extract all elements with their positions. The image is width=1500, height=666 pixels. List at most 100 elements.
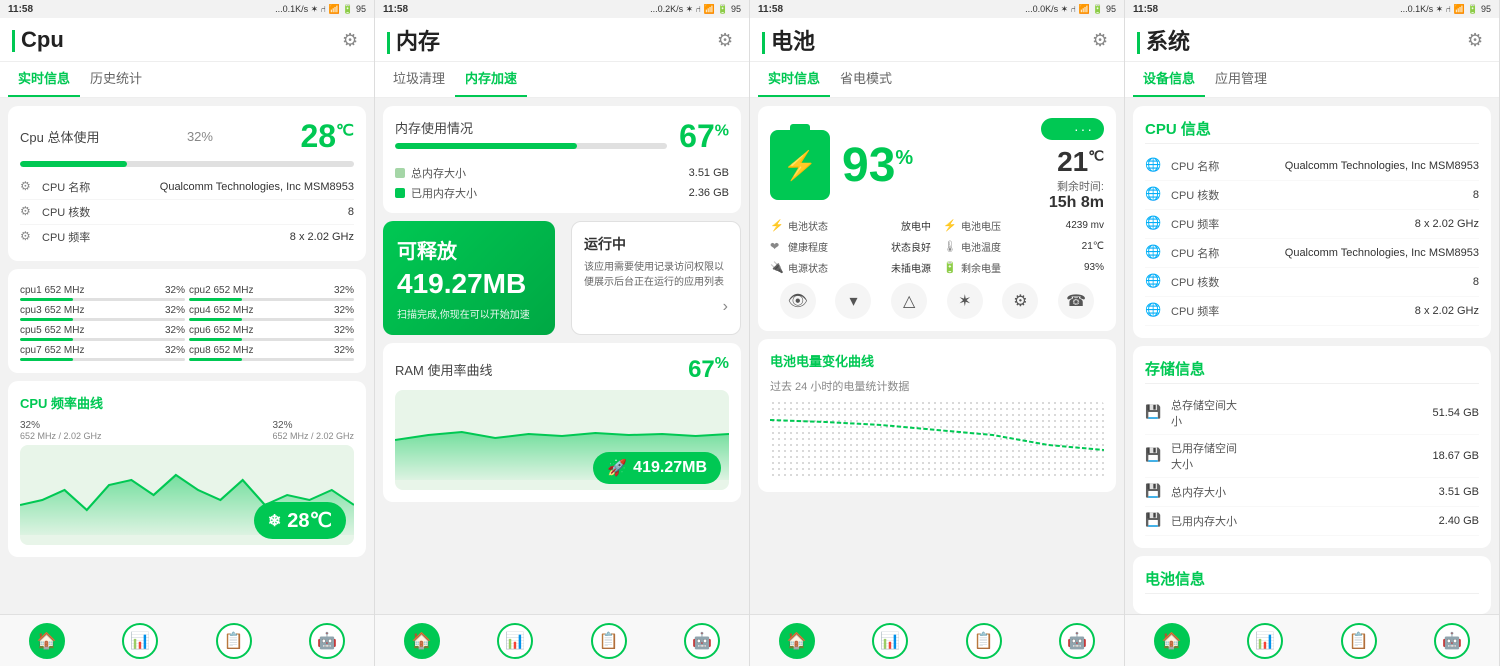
sys-cpu-freq-2-value: 8 x 2.02 GHz — [1241, 305, 1479, 317]
batt-remain-value: 93% — [1084, 262, 1104, 273]
ram-badge-value: 419.27MB — [633, 459, 707, 477]
cpu-chart-title: CPU 频率曲线 — [20, 393, 354, 412]
sys-cpu-name-1-icon: 🌐 — [1145, 157, 1163, 175]
batt-phone-icon[interactable]: ☎ — [1058, 283, 1094, 319]
nav-chart-3[interactable]: 📊 — [872, 623, 908, 659]
memory-panel: 11:58 ...0.2K/s ✶ ⑁ 📶 🔋 95 内存 ⚙ 垃圾清理 内存加… — [375, 0, 750, 666]
nav-bot-1[interactable]: 🤖 — [309, 623, 345, 659]
sys-cpu-name-2-label: CPU 名称 — [1171, 245, 1241, 261]
batt-power-item: 🔌 电源状态 未插电源 — [770, 260, 931, 275]
sys-battery-card: 电池信息 — [1133, 556, 1491, 614]
release-title: 可释放 — [397, 235, 541, 264]
cpu-cores-label: CPU 核数 — [42, 204, 348, 220]
batt-power-value: 未插电源 — [891, 260, 931, 275]
nav-home-3[interactable]: 🏠 — [779, 623, 815, 659]
nav-bot-4[interactable]: 🤖 — [1434, 623, 1470, 659]
sys-cpu-freq-1-value: 8 x 2.02 GHz — [1241, 218, 1479, 230]
sys-cpu-freq-1-icon: 🌐 — [1145, 215, 1163, 233]
cpu-progress-bar — [20, 161, 354, 167]
cpu-name-row: ⚙ CPU 名称 Qualcomm Technologies, Inc MSM8… — [20, 175, 354, 200]
cpu-cores-row: ⚙ CPU 核数 8 — [20, 200, 354, 225]
running-arrow-icon[interactable]: › — [584, 298, 728, 316]
batt-health-item: ❤ 健康程度 状态良好 — [770, 239, 931, 254]
battery-icon: ⚡ — [770, 130, 830, 200]
nav-home-1[interactable]: 🏠 — [29, 623, 65, 659]
tab-batt-realtime[interactable]: 实时信息 — [758, 60, 830, 97]
batt-power-label: 电源状态 — [788, 260, 887, 275]
batt-status-label: 电池状态 — [788, 218, 897, 233]
cpu-name-icon: ⚙ — [20, 179, 36, 195]
sys-used-ram-icon: 💾 — [1145, 512, 1163, 530]
cpu-title-bar — [12, 30, 15, 52]
core-5: cpu5 652 MHz32% — [20, 325, 185, 341]
batt-gear-icon[interactable]: ⚙ — [1092, 30, 1112, 50]
tab-realtime[interactable]: 实时信息 — [8, 60, 80, 97]
nav-chart-1[interactable]: 📊 — [122, 623, 158, 659]
nav-list-3[interactable]: 📋 — [966, 623, 1002, 659]
sys-content: CPU 信息 🌐 CPU 名称 Qualcomm Technologies, I… — [1125, 98, 1499, 614]
mem-total-item: 总内存大小 3.51 GB — [395, 165, 729, 181]
core-4: cpu4 652 MHz32% — [189, 305, 354, 321]
mem-action-cards: 可释放 419.27MB 扫描完成,你现在可以开始加速 运行中 该应用需要使用记… — [383, 221, 741, 335]
nav-list-1[interactable]: 📋 — [216, 623, 252, 659]
mem-used-label: 已用内存大小 — [411, 185, 683, 201]
tab-history[interactable]: 历史统计 — [80, 60, 152, 97]
batt-temp-info-value: 21℃ — [1082, 241, 1104, 252]
nav-chart-2[interactable]: 📊 — [497, 623, 533, 659]
cpu-tabs: 实时信息 历史统计 — [0, 62, 374, 98]
sys-gear-icon[interactable]: ⚙ — [1467, 30, 1487, 50]
batt-voltage-value: 4239 mv — [1066, 220, 1104, 231]
nav-list-4[interactable]: 📋 — [1341, 623, 1377, 659]
mem-legend: 总内存大小 3.51 GB 已用内存大小 2.36 GB — [395, 165, 729, 201]
nav-home-4[interactable]: 🏠 — [1154, 623, 1190, 659]
batt-power-icon: 🔌 — [770, 261, 784, 275]
nav-bot-2[interactable]: 🤖 — [684, 623, 720, 659]
nav-bot-3[interactable]: 🤖 — [1059, 623, 1095, 659]
nav-chart-4[interactable]: 📊 — [1247, 623, 1283, 659]
batt-chart-card: 电池电量变化曲线 过去 24 小时的电量统计数据 — [758, 339, 1116, 492]
sys-bottom-nav: 🏠 📊 📋 🤖 — [1125, 614, 1499, 666]
mem-title: 内存 — [387, 24, 717, 56]
chart-label-left: 32% 652 MHz / 2.02 GHz — [20, 420, 102, 441]
sys-used-ram-label: 已用内存大小 — [1171, 513, 1241, 529]
batt-tabs: 实时信息 省电模式 — [750, 62, 1124, 98]
tab-trash[interactable]: 垃圾清理 — [383, 60, 455, 97]
release-desc: 扫描完成,你现在可以开始加速 — [397, 306, 541, 321]
sys-cpu-name-2: 🌐 CPU 名称 Qualcomm Technologies, Inc MSM8… — [1145, 239, 1479, 268]
ram-badge: 🚀 419.27MB — [593, 452, 721, 484]
nav-home-2[interactable]: 🏠 — [404, 623, 440, 659]
nav-list-2[interactable]: 📋 — [591, 623, 627, 659]
batt-temp: 21℃ — [1057, 146, 1104, 178]
rocket-icon: 🚀 — [607, 458, 627, 478]
sys-cpu-freq-2-icon: 🌐 — [1145, 302, 1163, 320]
sys-cpu-freq-1-label: CPU 频率 — [1171, 216, 1241, 232]
core-1: cpu1 652 MHz32% — [20, 285, 185, 301]
cpu-cores-value: 8 — [348, 206, 354, 218]
batt-wifi-icon[interactable]: ▾ — [835, 283, 871, 319]
tab-device-info[interactable]: 设备信息 — [1133, 60, 1205, 97]
sys-cpu-name-1-value: Qualcomm Technologies, Inc MSM8953 — [1241, 160, 1479, 172]
batt-eye-icon[interactable]: 👁 — [780, 283, 816, 319]
sys-used-storage-icon: 💾 — [1145, 447, 1163, 465]
tab-power-save[interactable]: 省电模式 — [830, 60, 902, 97]
tab-app-manage[interactable]: 应用管理 — [1205, 60, 1277, 97]
batt-signal-icon[interactable]: △ — [891, 283, 927, 319]
sys-cpu-name-1: 🌐 CPU 名称 Qualcomm Technologies, Inc MSM8… — [1145, 152, 1479, 181]
mem-usage-label: 内存使用情况 — [395, 118, 667, 137]
cpu-chart-area: ❄ 28℃ — [20, 445, 354, 545]
sys-used-storage-value: 18.67 GB — [1241, 450, 1479, 462]
batt-temp-info-label: 电池温度 — [961, 239, 1078, 254]
sys-cpu-name-2-value: Qualcomm Technologies, Inc MSM8953 — [1241, 247, 1479, 259]
batt-time-left-label: 剩余时间: — [1041, 178, 1104, 194]
batt-settings-icon[interactable]: ⚙ — [1002, 283, 1038, 319]
mem-gear-icon[interactable]: ⚙ — [717, 30, 737, 50]
sys-total-ram-icon: 💾 — [1145, 483, 1163, 501]
more-button[interactable]: ··· — [1041, 118, 1104, 140]
batt-bt-icon[interactable]: ✶ — [947, 283, 983, 319]
sys-tabs: 设备信息 应用管理 — [1125, 62, 1499, 98]
cpu-gear-icon[interactable]: ⚙ — [342, 30, 362, 50]
cpu-temp-badge: ❄ 28℃ — [254, 502, 346, 539]
mem-release-card[interactable]: 可释放 419.27MB 扫描完成,你现在可以开始加速 — [383, 221, 555, 335]
batt-remain-item: 🔋 剩余电量 93% — [943, 260, 1104, 275]
tab-mem-boost[interactable]: 内存加速 — [455, 60, 527, 97]
